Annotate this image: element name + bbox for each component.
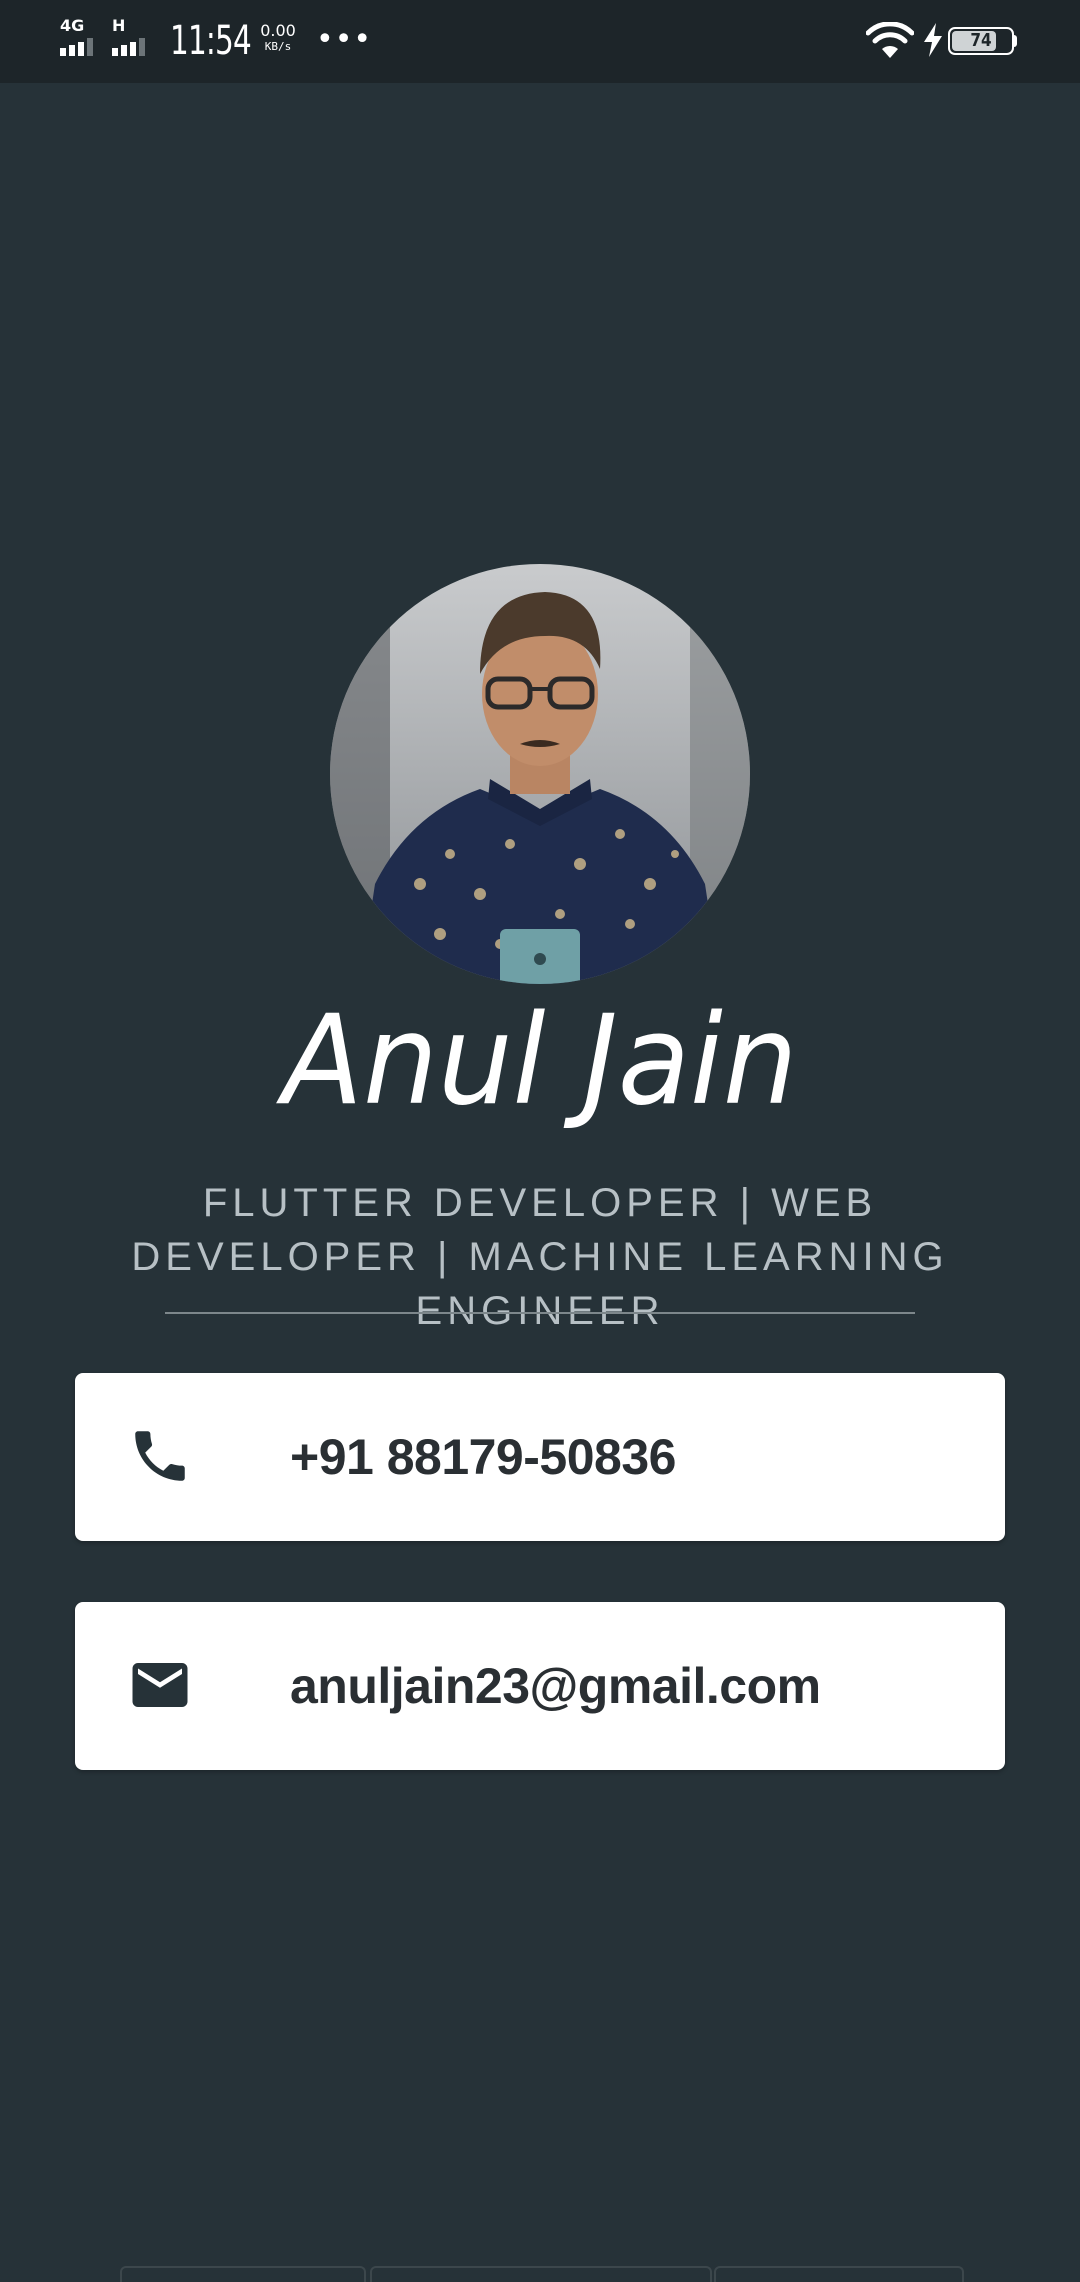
mail-icon <box>132 1663 188 1707</box>
battery-icon: 74 <box>948 27 1017 55</box>
phone-icon <box>135 1431 185 1481</box>
network-type-label: 4G <box>60 16 85 35</box>
status-bar: 4G H 11:54 0.00 KB/s ••• 74 <box>0 0 1080 83</box>
signal-4g-icon: 4G <box>60 18 106 60</box>
status-clock: 11:54 <box>170 18 252 64</box>
charging-bolt-icon <box>924 23 942 57</box>
profile-name: Anul Jain <box>282 987 798 1133</box>
wifi-icon <box>866 22 914 58</box>
network-speed-value: 0.00 <box>260 21 296 40</box>
profile-avatar <box>330 564 750 984</box>
email-address: anuljain23@gmail.com <box>290 1658 821 1714</box>
network-type-label-secondary: H <box>112 16 126 35</box>
divider <box>165 1312 915 1314</box>
phone-number: +91 88179-50836 <box>290 1429 676 1485</box>
network-speed-unit: KB/s <box>264 40 292 53</box>
more-notifications-icon: ••• <box>316 22 373 57</box>
network-speed: 0.00 KB/s <box>258 22 298 54</box>
signal-h-icon: H <box>112 18 158 60</box>
email-card[interactable]: anuljain23@gmail.com <box>75 1602 1005 1770</box>
phone-card[interactable]: +91 88179-50836 <box>75 1373 1005 1541</box>
battery-level: 74 <box>970 30 992 51</box>
